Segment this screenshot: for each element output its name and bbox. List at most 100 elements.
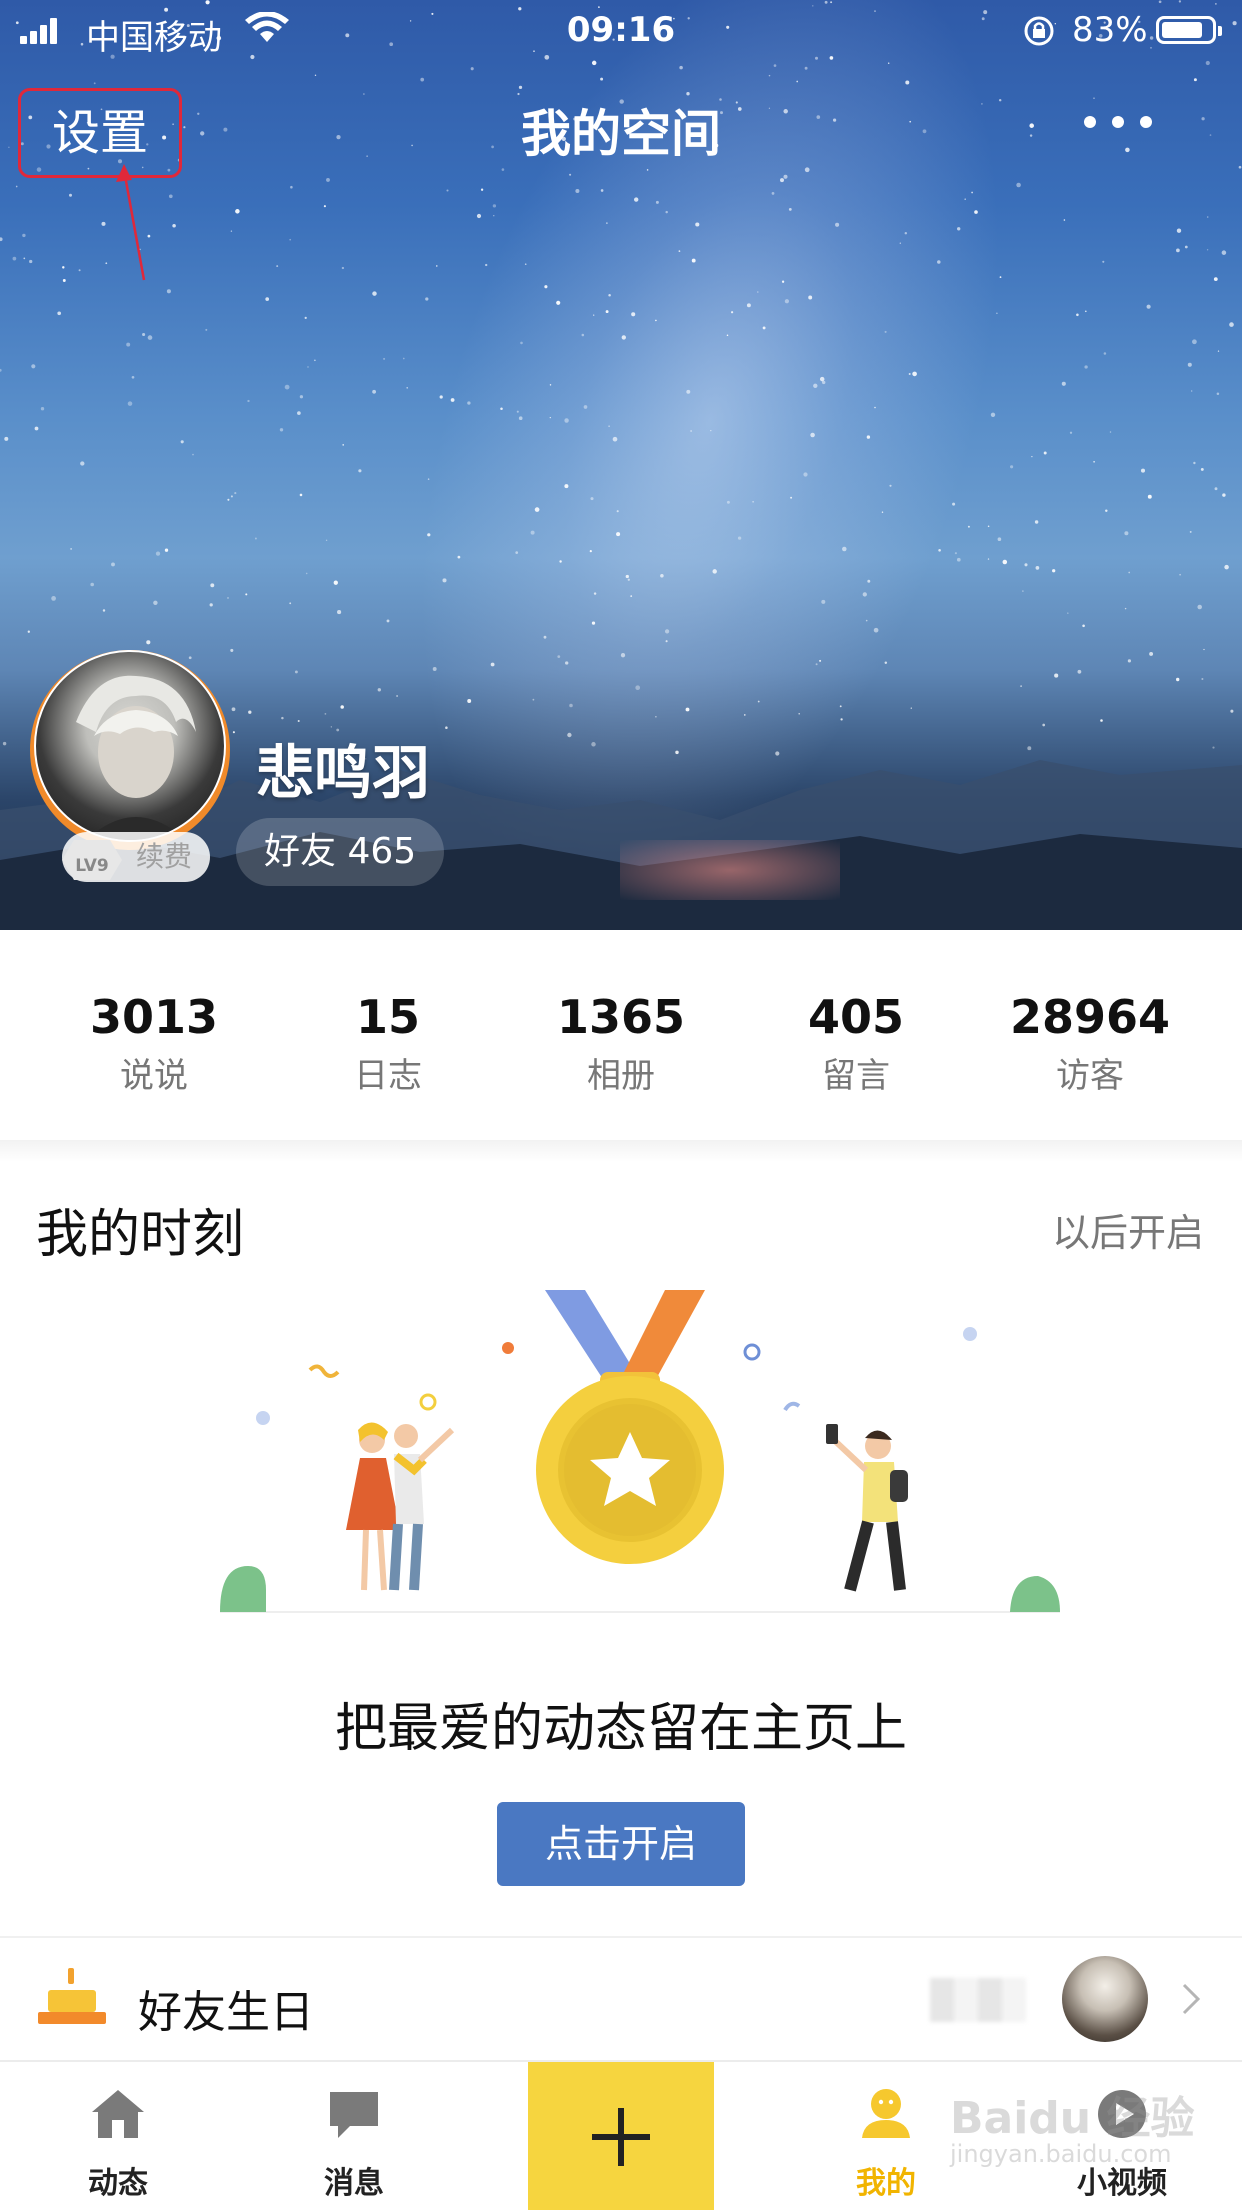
star bbox=[1016, 182, 1021, 188]
star bbox=[1103, 352, 1107, 355]
star bbox=[781, 280, 785, 283]
star bbox=[342, 444, 345, 446]
star bbox=[0, 237, 3, 242]
star bbox=[808, 295, 813, 300]
stat-visitors[interactable]: 28964 访客 bbox=[966, 990, 1214, 1097]
username[interactable]: 悲鸣羽 bbox=[256, 726, 430, 810]
enable-later-link[interactable]: 以后开启 bbox=[1052, 1202, 1204, 1257]
star bbox=[987, 558, 990, 560]
star bbox=[803, 472, 808, 477]
plus-icon[interactable] bbox=[528, 2062, 714, 2210]
star bbox=[889, 484, 892, 487]
star bbox=[788, 207, 792, 211]
tab-messages[interactable]: 消息 bbox=[264, 2062, 444, 2210]
star bbox=[634, 197, 639, 202]
star bbox=[297, 411, 301, 415]
star bbox=[325, 539, 328, 542]
tab-feed[interactable]: 动态 bbox=[28, 2062, 208, 2210]
more-dots-icon[interactable] bbox=[1080, 110, 1160, 140]
star bbox=[627, 578, 630, 581]
star bbox=[450, 398, 455, 402]
stat-label: 说说 bbox=[120, 1056, 188, 1096]
star bbox=[591, 621, 596, 625]
star bbox=[1216, 392, 1220, 395]
star bbox=[436, 265, 438, 267]
avatar-container[interactable] bbox=[30, 650, 230, 850]
star bbox=[1229, 322, 1234, 327]
star bbox=[813, 383, 818, 388]
star bbox=[80, 461, 85, 466]
star bbox=[289, 602, 292, 605]
star bbox=[439, 395, 443, 399]
star bbox=[678, 250, 681, 252]
star bbox=[884, 661, 888, 665]
star bbox=[685, 707, 690, 712]
star bbox=[1022, 590, 1024, 592]
star bbox=[593, 592, 597, 595]
star bbox=[567, 732, 572, 738]
star bbox=[247, 399, 250, 403]
star bbox=[695, 222, 700, 227]
star bbox=[635, 685, 641, 691]
avatar[interactable] bbox=[34, 650, 226, 842]
tab-mine[interactable]: 我的 bbox=[796, 2062, 976, 2210]
stat-album[interactable]: 1365 相册 bbox=[497, 990, 745, 1097]
friends-count-button[interactable]: 好友 465 bbox=[236, 818, 445, 886]
star bbox=[819, 659, 822, 662]
medal-illustration bbox=[220, 1290, 1060, 1613]
star bbox=[937, 260, 941, 264]
star bbox=[835, 222, 840, 227]
star bbox=[281, 716, 284, 720]
star bbox=[600, 189, 604, 192]
star bbox=[660, 574, 664, 578]
star bbox=[655, 716, 657, 718]
stat-diary[interactable]: 15 日志 bbox=[264, 990, 512, 1097]
stat-value: 15 bbox=[355, 990, 420, 1044]
star bbox=[1192, 339, 1197, 345]
star bbox=[569, 703, 573, 708]
star bbox=[712, 569, 717, 574]
star bbox=[1147, 494, 1152, 499]
star bbox=[230, 230, 233, 232]
star bbox=[12, 256, 17, 261]
star bbox=[445, 726, 448, 729]
star bbox=[752, 501, 754, 503]
star bbox=[1084, 310, 1087, 313]
friend-birthday-row[interactable]: 好友生日 bbox=[0, 1938, 1242, 2060]
stat-value: 3013 bbox=[89, 990, 219, 1044]
tab-label: 消息 bbox=[324, 2166, 384, 2201]
star bbox=[1093, 460, 1095, 463]
star bbox=[583, 405, 588, 409]
enable-moments-button[interactable]: 点击开启 bbox=[497, 1802, 745, 1886]
star bbox=[485, 263, 488, 267]
star bbox=[954, 552, 957, 555]
star bbox=[147, 335, 153, 340]
star bbox=[757, 291, 759, 293]
star bbox=[1052, 569, 1056, 573]
avatar-illustration bbox=[76, 675, 196, 840]
star bbox=[22, 233, 26, 238]
star bbox=[790, 496, 793, 499]
star bbox=[279, 428, 284, 432]
star bbox=[631, 312, 636, 317]
star bbox=[798, 712, 800, 715]
star bbox=[783, 174, 788, 179]
stat-messages[interactable]: 405 留言 bbox=[732, 990, 980, 1097]
star bbox=[284, 384, 290, 390]
star bbox=[372, 389, 376, 394]
star bbox=[442, 578, 447, 583]
stat-shuoshuo[interactable]: 3013 说说 bbox=[30, 990, 278, 1097]
star bbox=[534, 507, 540, 512]
star bbox=[307, 366, 309, 368]
star bbox=[427, 478, 430, 480]
star bbox=[1149, 651, 1154, 656]
star bbox=[467, 401, 471, 405]
star bbox=[625, 574, 629, 579]
star bbox=[630, 595, 633, 597]
star bbox=[839, 705, 842, 708]
star bbox=[230, 648, 234, 652]
star bbox=[912, 371, 917, 377]
star bbox=[606, 222, 608, 224]
star bbox=[235, 209, 240, 214]
star bbox=[996, 312, 998, 314]
